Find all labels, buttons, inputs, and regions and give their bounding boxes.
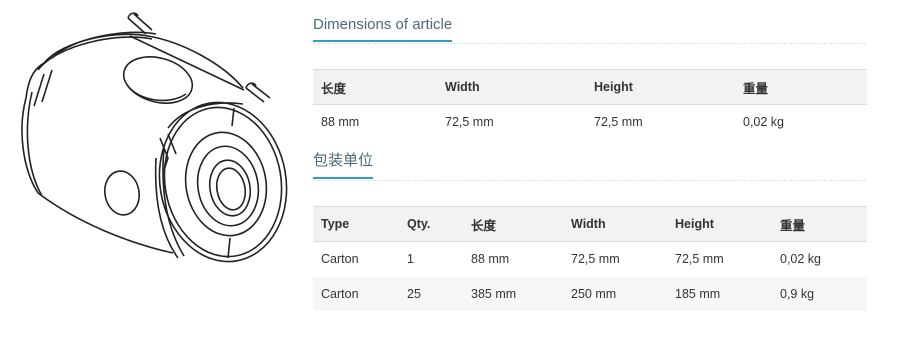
column-header: Type xyxy=(313,206,399,242)
table-cell: 0,02 kg xyxy=(735,104,867,140)
table-cell: 88 mm xyxy=(313,104,437,140)
table-cell: 25 xyxy=(399,276,463,312)
table-cell: 0,9 kg xyxy=(772,276,867,312)
table-cell: 385 mm xyxy=(463,276,563,312)
dimensions-header-row: 长度 Width Height 重量 xyxy=(313,69,867,105)
column-header: 重量 xyxy=(735,69,867,105)
dimensions-heading-row: Dimensions of article xyxy=(313,0,867,44)
table-cell: 1 xyxy=(399,241,463,277)
column-header: Qty. xyxy=(399,206,463,242)
table-cell: Carton xyxy=(313,241,399,277)
product-drawing xyxy=(21,12,288,263)
column-header: Height xyxy=(586,69,735,105)
dimensions-heading: Dimensions of article xyxy=(313,16,453,42)
table-cell: 88 mm xyxy=(463,241,563,277)
dimensions-table: 长度 Width Height 重量 88 mm 72,5 mm 72,5 mm… xyxy=(313,69,867,140)
table-cell: 72,5 mm xyxy=(563,241,667,277)
table-row: 88 mm 72,5 mm 72,5 mm 0,02 kg xyxy=(313,104,867,140)
column-header: Width xyxy=(563,206,667,242)
column-header: 长度 xyxy=(463,206,563,242)
table-cell: Carton xyxy=(313,276,399,312)
packaging-heading: 包装单位 xyxy=(313,149,374,179)
column-header: Width xyxy=(437,69,586,105)
packaging-table: Type Qty. 长度 Width Height 重量 Carton 1 88… xyxy=(313,206,867,312)
column-header: 长度 xyxy=(313,69,437,105)
table-cell: 185 mm xyxy=(667,276,772,312)
table-cell: 72,5 mm xyxy=(437,104,586,140)
packaging-heading-row: 包装单位 xyxy=(313,152,867,181)
table-cell: 72,5 mm xyxy=(667,241,772,277)
packaging-header-row: Type Qty. 长度 Width Height 重量 xyxy=(313,206,867,242)
column-header: 重量 xyxy=(772,206,867,242)
product-details: Dimensions of article 长度 Width Height 重量… xyxy=(313,0,867,312)
table-row: Carton 25 385 mm 250 mm 185 mm 0,9 kg xyxy=(313,276,867,312)
table-row: Carton 1 88 mm 72,5 mm 72,5 mm 0,02 kg xyxy=(313,241,867,277)
table-cell: 0,02 kg xyxy=(772,241,867,277)
column-header: Height xyxy=(667,206,772,242)
table-cell: 72,5 mm xyxy=(586,104,735,140)
table-cell: 250 mm xyxy=(563,276,667,312)
